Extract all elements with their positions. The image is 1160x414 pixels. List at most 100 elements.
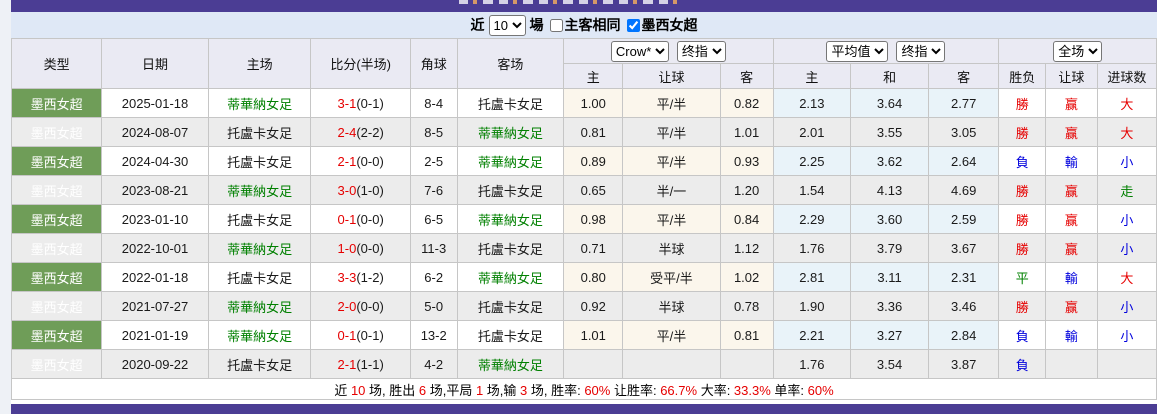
col-header-result-ah: 让球 bbox=[1045, 63, 1098, 89]
bookmaker-select[interactable]: Crow* bbox=[610, 40, 669, 62]
result-wdl-cell: 勝 bbox=[998, 175, 1047, 205]
col-header-result-goals: 进球数 bbox=[1096, 63, 1158, 89]
average-source-select[interactable]: 平均值 bbox=[826, 40, 889, 62]
handicap-home-odds-cell: 0.92 bbox=[563, 291, 624, 321]
away-team-cell[interactable]: 蒂華納女足 bbox=[456, 204, 565, 234]
h2h-odds-table: 类型 日期 主场 比分(半场) 角球 客场 Crow* 终指 平均值 终指 全场… bbox=[10, 38, 1158, 400]
handicap-line-cell: 受平/半 bbox=[622, 262, 721, 292]
clipped-title bbox=[459, 0, 681, 4]
away-team-cell[interactable]: 托盧卡女足 bbox=[456, 320, 565, 350]
handicap-home-odds-cell: 0.98 bbox=[563, 204, 624, 234]
avg-away-odds-cell: 2.84 bbox=[927, 320, 1000, 350]
home-team-cell[interactable]: 托盧卡女足 bbox=[207, 146, 312, 176]
away-team-cell[interactable]: 蒂華納女足 bbox=[456, 146, 565, 176]
avg-away-odds-cell: 3.05 bbox=[927, 117, 1000, 147]
date-cell: 2023-01-10 bbox=[101, 204, 209, 234]
result-goals-cell: 走 bbox=[1096, 175, 1158, 205]
footer-stat-segment: 让胜率: bbox=[610, 382, 661, 398]
handicap-home-odds-cell bbox=[563, 349, 624, 379]
result-wdl-cell: 勝 bbox=[998, 117, 1047, 147]
home-team-cell[interactable]: 托盧卡女足 bbox=[207, 117, 312, 147]
handicap-home-odds-cell: 0.71 bbox=[563, 233, 624, 263]
date-cell: 2021-07-27 bbox=[101, 291, 209, 321]
away-team-cell[interactable]: 托盧卡女足 bbox=[456, 88, 565, 118]
average-select-cell: 平均值 终指 bbox=[772, 38, 1000, 64]
filter-bar: 近 10 場 主客相同 墨西女超 bbox=[11, 12, 1157, 38]
content: 近 10 場 主客相同 墨西女超 类型 日期 主场 比分(半场) 角球 客场 C… bbox=[10, 0, 1158, 414]
footer-stat-segment: 大率: bbox=[697, 382, 734, 398]
league-cell: 墨西女超 bbox=[10, 117, 103, 147]
away-team-cell[interactable]: 蒂華納女足 bbox=[456, 262, 565, 292]
home-team-cell[interactable]: 蒂華納女足 bbox=[207, 88, 312, 118]
handicap-away-odds-cell: 0.93 bbox=[719, 146, 774, 176]
result-handicap-cell: 赢 bbox=[1045, 175, 1098, 205]
handicap-line-cell: 半球 bbox=[622, 291, 721, 321]
col-header-date: 日期 bbox=[101, 38, 209, 89]
handicap-home-odds-cell: 0.81 bbox=[563, 117, 624, 147]
fulltime-select[interactable]: 全场 bbox=[1053, 40, 1103, 62]
avg-home-odds-cell: 2.29 bbox=[772, 204, 852, 234]
date-cell: 2024-08-07 bbox=[101, 117, 209, 147]
league-cell: 墨西女超 bbox=[10, 88, 103, 118]
home-team-cell[interactable]: 托盧卡女足 bbox=[207, 349, 312, 379]
away-team-cell[interactable]: 托盧卡女足 bbox=[456, 291, 565, 321]
handicap-away-odds-cell: 0.84 bbox=[719, 204, 774, 234]
handicap-away-odds-cell: 1.12 bbox=[719, 233, 774, 263]
avg-home-odds-cell: 2.13 bbox=[772, 88, 852, 118]
col-header-ah-line: 让球 bbox=[622, 63, 721, 89]
home-team-cell[interactable]: 托盧卡女足 bbox=[207, 262, 312, 292]
handicap-away-odds-cell: 0.78 bbox=[719, 291, 774, 321]
result-goals-cell: 大 bbox=[1096, 262, 1158, 292]
col-header-avg-draw: 和 bbox=[850, 63, 929, 89]
home-team-cell[interactable]: 蒂華納女足 bbox=[207, 291, 312, 321]
summary-row: 近 10 场, 胜出 6 场,平局 1 场,输 3 场, 胜率: 60% 让胜率… bbox=[11, 378, 1157, 400]
league-filter-label[interactable]: 墨西女超 bbox=[626, 15, 698, 35]
away-team-cell[interactable]: 蒂華納女足 bbox=[456, 117, 565, 147]
handicap-away-odds-cell: 0.82 bbox=[719, 88, 774, 118]
same-homeaway-checkbox[interactable] bbox=[549, 18, 563, 32]
bottom-bar bbox=[11, 404, 1157, 414]
corners-cell: 2-5 bbox=[409, 146, 458, 176]
corners-cell: 7-6 bbox=[409, 175, 458, 205]
handicap-home-odds-cell: 1.01 bbox=[563, 320, 624, 350]
result-handicap-cell: 輸 bbox=[1045, 320, 1098, 350]
avg-draw-odds-cell: 3.60 bbox=[850, 204, 929, 234]
score-cell: 0-1(0-0) bbox=[310, 204, 411, 234]
avg-draw-odds-cell: 3.54 bbox=[850, 349, 929, 379]
date-cell: 2020-09-22 bbox=[101, 349, 209, 379]
same-homeaway-label[interactable]: 主客相同 bbox=[549, 15, 621, 35]
handicap-home-odds-cell: 0.89 bbox=[563, 146, 624, 176]
recent-count-select[interactable]: 10 bbox=[488, 14, 526, 36]
result-wdl-cell: 負 bbox=[998, 349, 1047, 379]
table-row: 墨西女超 2024-04-30 托盧卡女足 2-1(0-0) 2-5 蒂華納女足… bbox=[10, 146, 1158, 176]
footer-stat-segment: 10 bbox=[350, 382, 366, 398]
col-header-corners: 角球 bbox=[409, 38, 458, 89]
handicap-line-cell: 平/半 bbox=[622, 204, 721, 234]
average-time-select[interactable]: 终指 bbox=[896, 40, 946, 62]
date-cell: 2025-01-18 bbox=[101, 88, 209, 118]
result-goals-cell: 小 bbox=[1096, 320, 1158, 350]
result-handicap-cell: 赢 bbox=[1045, 204, 1098, 234]
handicap-away-odds-cell: 0.81 bbox=[719, 320, 774, 350]
league-cell: 墨西女超 bbox=[10, 349, 103, 379]
home-team-cell[interactable]: 蒂華納女足 bbox=[207, 233, 312, 263]
footer-stat-segment: 近 bbox=[334, 382, 351, 398]
result-goals-cell bbox=[1096, 349, 1158, 379]
handicap-away-odds-cell bbox=[719, 349, 774, 379]
handicap-line-cell: 平/半 bbox=[622, 117, 721, 147]
handicap-home-odds-cell: 0.80 bbox=[563, 262, 624, 292]
handicap-time-select[interactable]: 终指 bbox=[676, 40, 726, 62]
league-filter-checkbox[interactable] bbox=[626, 18, 640, 32]
footer-stat-segment: 66.7% bbox=[660, 382, 698, 398]
away-team-cell[interactable]: 托盧卡女足 bbox=[456, 233, 565, 263]
away-team-cell[interactable]: 蒂華納女足 bbox=[456, 349, 565, 379]
col-header-ah-home: 主 bbox=[563, 63, 624, 89]
home-team-cell[interactable]: 蒂華納女足 bbox=[207, 320, 312, 350]
avg-away-odds-cell: 3.46 bbox=[927, 291, 1000, 321]
score-cell: 2-4(2-2) bbox=[310, 117, 411, 147]
home-team-cell[interactable]: 托盧卡女足 bbox=[207, 204, 312, 234]
table-row: 墨西女超 2025-01-18 蒂華納女足 3-1(0-1) 8-4 托盧卡女足… bbox=[10, 88, 1158, 118]
home-team-cell[interactable]: 蒂華納女足 bbox=[207, 175, 312, 205]
avg-home-odds-cell: 2.21 bbox=[772, 320, 852, 350]
away-team-cell[interactable]: 托盧卡女足 bbox=[456, 175, 565, 205]
